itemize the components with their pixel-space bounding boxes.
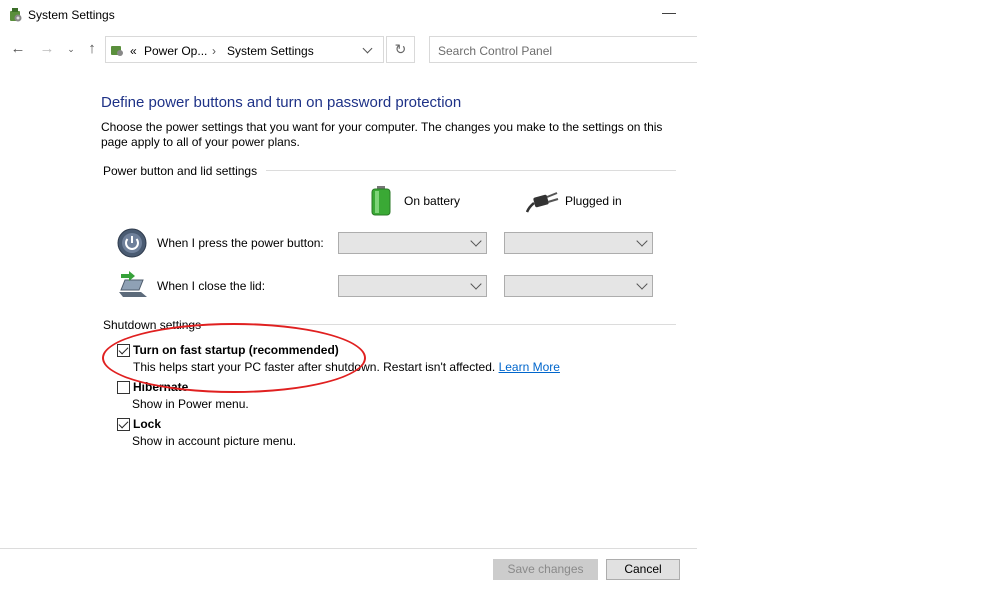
power-button-icon — [117, 228, 147, 258]
window-title: System Settings — [28, 8, 115, 22]
lock-description: Show in account picture menu. — [132, 434, 297, 448]
lock-label[interactable]: Lock — [133, 417, 161, 431]
address-dropdown-chevron-icon[interactable] — [362, 43, 373, 54]
power-button-plugged-in-select[interactable] — [504, 232, 653, 254]
power-group-label: Power button and lid settings — [103, 164, 258, 178]
chevron-down-icon — [636, 235, 648, 247]
hibernate-description: Show in Power menu. — [132, 397, 249, 411]
laptop-lid-icon — [119, 271, 147, 297]
up-arrow-icon[interactable]: ↑ — [84, 41, 100, 57]
breadcrumb-separator: › — [212, 44, 216, 58]
recent-locations-chevron-icon[interactable]: ⌄ — [63, 41, 79, 57]
highlight-annotation-ellipse — [102, 323, 366, 393]
address-bar[interactable]: « Power Op... › System Settings — [105, 36, 384, 63]
chevron-down-icon — [636, 278, 648, 290]
refresh-icon: ↻ — [394, 41, 407, 57]
power-button-row-label: When I press the power button: — [157, 236, 324, 250]
breadcrumb-power-options[interactable]: Power Op... — [144, 44, 207, 58]
back-arrow-icon[interactable]: ← — [10, 41, 26, 57]
search-input[interactable]: Search Control Panel — [429, 36, 697, 63]
system-settings-icon — [10, 8, 22, 22]
close-lid-row-label: When I close the lid: — [157, 279, 266, 293]
power-button-on-battery-select[interactable] — [338, 232, 487, 254]
control-panel-icon — [111, 46, 123, 56]
learn-more-link[interactable]: Learn More — [499, 360, 560, 374]
breadcrumb-system-settings[interactable]: System Settings — [227, 44, 314, 58]
close-lid-plugged-in-select[interactable] — [504, 275, 653, 297]
hibernate-checkbox[interactable] — [117, 381, 130, 394]
chevron-down-icon — [470, 278, 482, 290]
close-lid-on-battery-select[interactable] — [338, 275, 487, 297]
footer-divider — [0, 548, 697, 549]
refresh-button[interactable]: ↻ — [386, 36, 415, 63]
page-title: Define power buttons and turn on passwor… — [101, 94, 462, 111]
on-battery-column-label: On battery — [404, 194, 461, 208]
cancel-button[interactable]: Cancel — [606, 559, 680, 580]
page-description: Choose the power settings that you want … — [101, 120, 663, 149]
save-changes-button[interactable]: Save changes — [493, 559, 598, 580]
breadcrumb-prefix[interactable]: « — [130, 44, 137, 58]
plugged-in-column-label: Plugged in — [565, 194, 622, 208]
plug-icon — [526, 192, 559, 213]
search-placeholder: Search Control Panel — [438, 44, 553, 58]
chevron-down-icon — [470, 235, 482, 247]
battery-icon — [371, 186, 391, 216]
checkmark-icon — [118, 418, 129, 429]
power-group-divider — [266, 170, 676, 171]
forward-arrow-icon[interactable]: → — [39, 41, 55, 57]
minimize-button[interactable]: — — [662, 5, 676, 20]
lock-checkbox[interactable] — [117, 418, 130, 431]
